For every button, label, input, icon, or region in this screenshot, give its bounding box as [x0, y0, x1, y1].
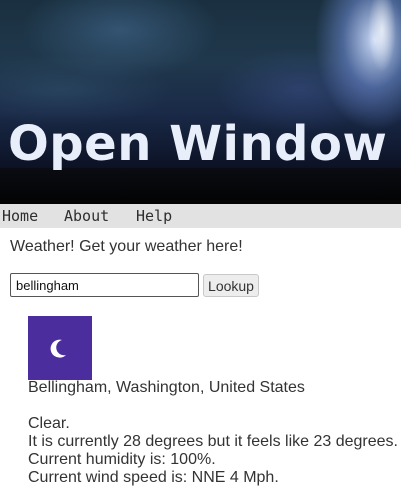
- lightning-glow: [352, 0, 401, 110]
- nav-home-link[interactable]: Home: [2, 207, 38, 225]
- weather-humidity: Current humidity is: 100%.: [28, 451, 216, 468]
- moon-glyph: [50, 339, 66, 358]
- weather-temperature: It is currently 28 degrees but it feels …: [28, 433, 398, 450]
- weather-location: Bellingham, Washington, United States: [28, 379, 305, 396]
- nav-help-link[interactable]: Help: [136, 207, 172, 225]
- nav-about-link[interactable]: About: [64, 207, 109, 225]
- lookup-button[interactable]: Lookup: [203, 274, 259, 297]
- location-search-input[interactable]: [10, 273, 199, 297]
- site-title: Open Window: [8, 116, 388, 172]
- top-nav: Home About Help: [0, 204, 401, 228]
- weather-wind: Current wind speed is: NNE 4 Mph.: [28, 469, 279, 486]
- weather-condition: Clear.: [28, 415, 70, 432]
- tagline: Weather! Get your weather here!: [10, 238, 243, 255]
- header-banner: Open Window: [0, 0, 401, 204]
- moon-icon: [28, 316, 92, 380]
